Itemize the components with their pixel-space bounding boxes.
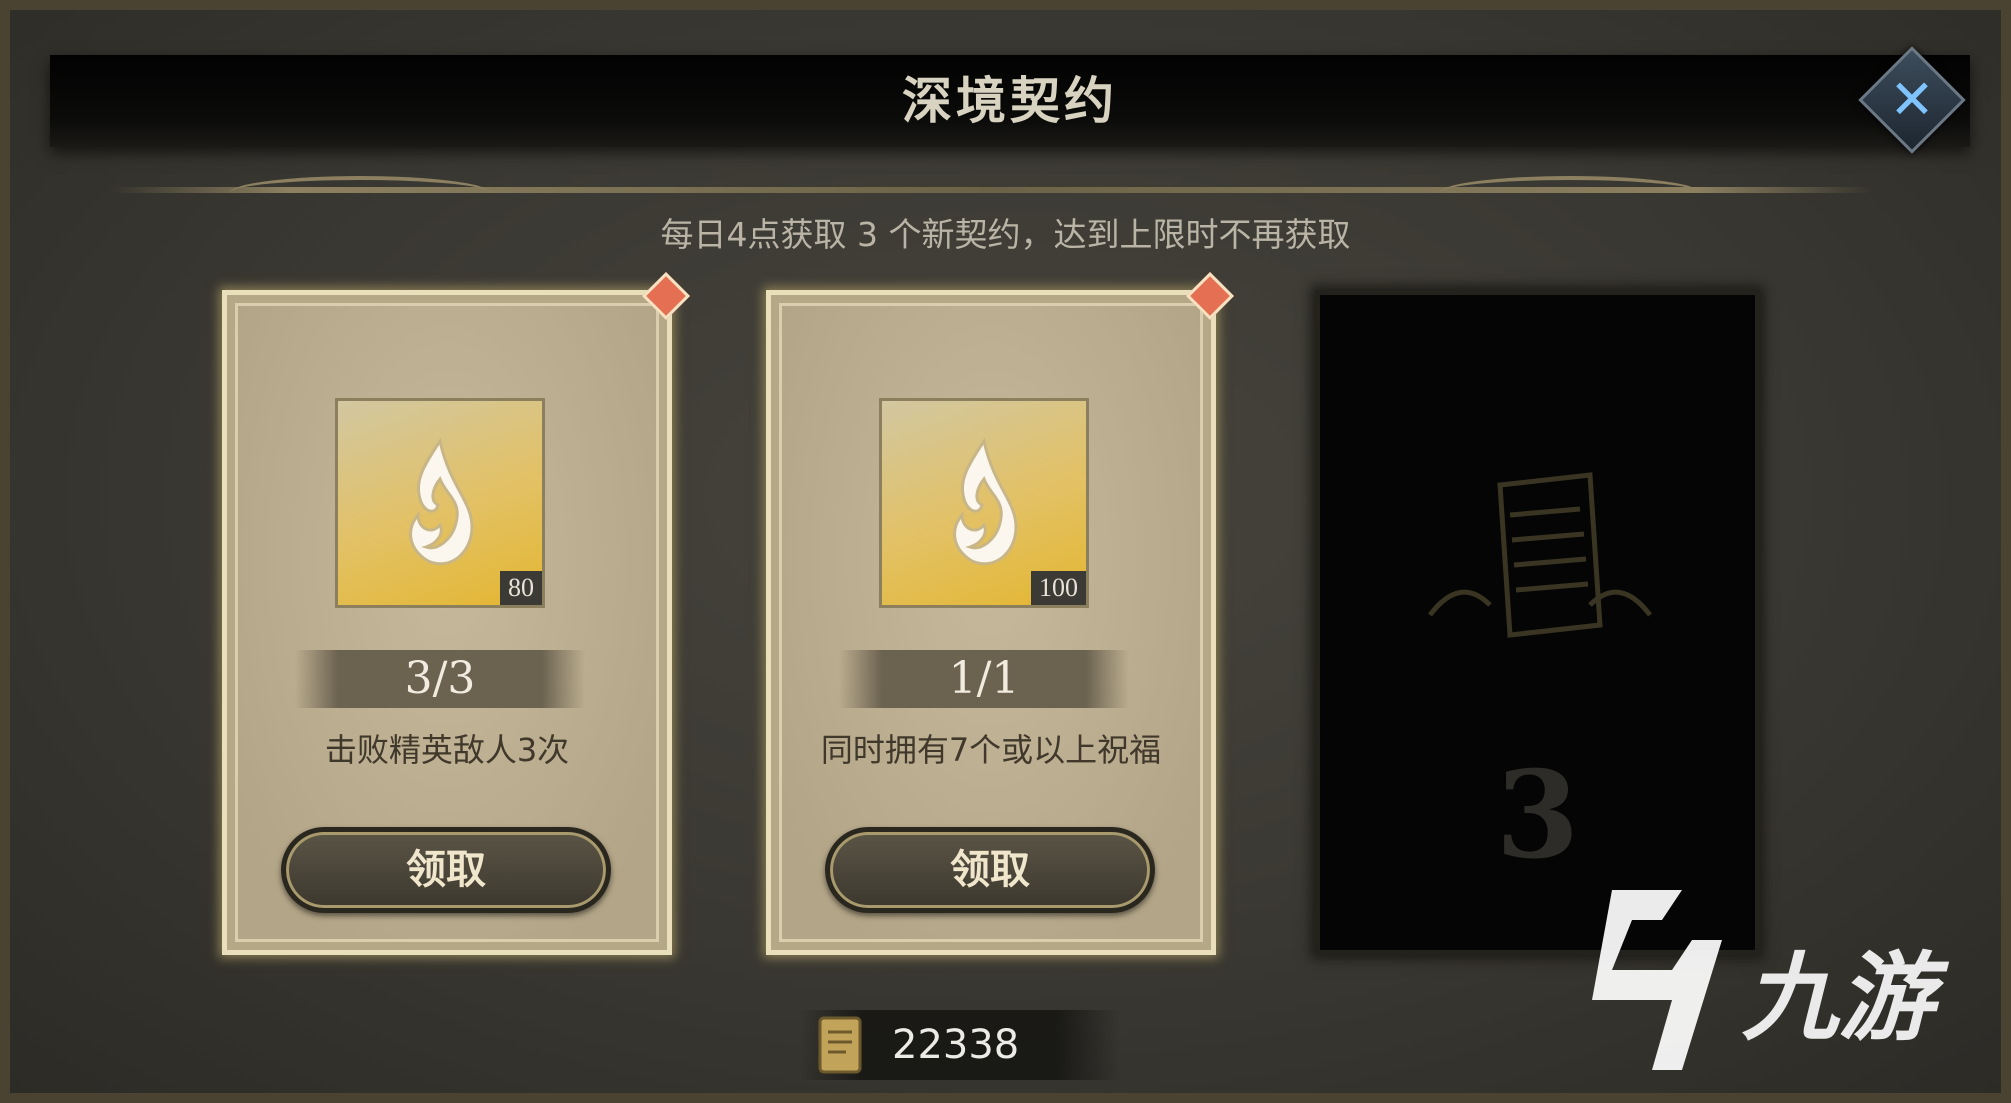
progress-text: 3/3	[404, 653, 476, 704]
currency-display: 22338	[800, 1010, 1120, 1080]
scroll-icon	[818, 1016, 862, 1074]
close-icon[interactable]: ✕	[1874, 62, 1950, 138]
contract-description: 同时拥有7个或以上祝福	[820, 731, 1162, 769]
progress-bar: 1/1	[839, 650, 1129, 708]
contract-card: 100 1/1 同时拥有7个或以上祝福 领取	[766, 271, 1235, 955]
refresh-info-text: 每日4点获取 3 个新契约，达到上限时不再获取	[660, 215, 1351, 254]
watermark-text: 九游	[1742, 942, 1934, 1054]
claim-button-label: 领取	[950, 846, 1030, 893]
scroll-icon	[1428, 472, 1652, 638]
claim-button-label: 领取	[406, 846, 486, 893]
progress-bar: 3/3	[295, 650, 585, 708]
reward-item[interactable]: 80	[335, 398, 545, 608]
reward-item[interactable]: 100	[879, 398, 1089, 608]
claim-button[interactable]: 领取	[281, 827, 611, 913]
ornament-left	[230, 176, 490, 210]
ornament-right	[1440, 176, 1700, 210]
title-bar: 深境契约	[50, 55, 1970, 147]
watermark-logo	[1592, 890, 1722, 1070]
contract-description: 击败精英敌人3次	[324, 731, 570, 769]
claim-button[interactable]: 领取	[825, 827, 1155, 913]
page-title: 深境契约	[902, 71, 1118, 130]
currency-value: 22338	[892, 1022, 1020, 1068]
reward-count: 80	[500, 571, 542, 605]
progress-text: 1/1	[948, 653, 1020, 704]
locked-contract-slot: 3	[1315, 290, 1760, 955]
slot-number: 3	[1495, 745, 1580, 886]
reward-count: 100	[1031, 571, 1086, 605]
contract-card: 80 3/3 击败精英敌人3次 领取	[222, 271, 691, 955]
